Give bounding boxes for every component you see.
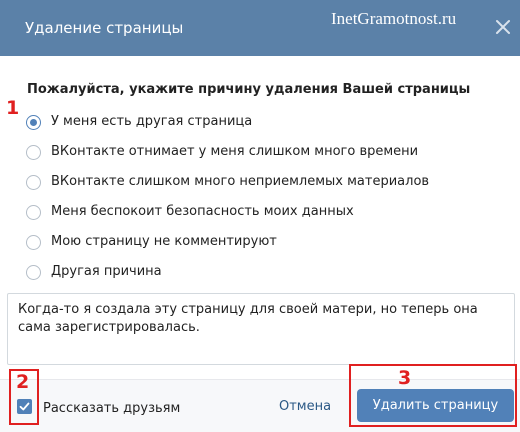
dialog-header: Удаление страницы InetGramotnost.ru xyxy=(0,0,520,56)
cancel-button[interactable]: Отмена xyxy=(279,399,331,414)
reason-question: Пожалуйста, укажите причину удаления Ваш… xyxy=(27,82,471,97)
watermark: InetGramotnost.ru xyxy=(331,9,457,28)
reason-option-label: Меня беспокоит безопасность моих данных xyxy=(51,204,354,219)
reason-option[interactable]: ВКонтакте слишком много неприемлемых мат… xyxy=(26,171,496,195)
comment-textarea[interactable]: Когда-то я создала эту страницу для свое… xyxy=(7,293,515,365)
close-button[interactable] xyxy=(494,18,512,36)
reason-option[interactable]: Мою страницу не комментируют xyxy=(26,231,496,255)
tell-friends-label[interactable]: Рассказать друзьям xyxy=(43,401,180,416)
reason-option-label: Мою страницу не комментируют xyxy=(51,234,277,249)
tell-friends-checkbox[interactable] xyxy=(17,399,32,414)
reason-option[interactable]: Меня беспокоит безопасность моих данных xyxy=(26,201,496,225)
radio-button[interactable] xyxy=(26,115,41,130)
annotation-marker-2: 2 xyxy=(16,371,30,393)
annotation-marker-3: 3 xyxy=(398,367,412,389)
checkmark-icon xyxy=(19,402,30,411)
reason-option-label: Другая причина xyxy=(51,264,162,279)
reason-option-label: ВКонтакте отнимает у меня слишком много … xyxy=(51,144,419,159)
delete-page-button[interactable]: Удалить страницу xyxy=(357,389,514,422)
close-icon xyxy=(496,20,510,34)
radio-button[interactable] xyxy=(26,145,41,160)
annotation-marker-1: 1 xyxy=(6,97,20,119)
radio-button[interactable] xyxy=(26,265,41,280)
delete-page-dialog: Удаление страницы InetGramotnost.ru Пожа… xyxy=(0,0,520,432)
reason-option-label: У меня есть другая страница xyxy=(51,114,253,129)
reason-option[interactable]: Другая причина xyxy=(26,261,496,285)
radio-button[interactable] xyxy=(26,235,41,250)
reason-option[interactable]: ВКонтакте отнимает у меня слишком много … xyxy=(26,141,496,165)
dialog-title: Удаление страницы xyxy=(25,19,184,37)
reason-option[interactable]: У меня есть другая страница xyxy=(26,111,496,135)
reason-option-label: ВКонтакте слишком много неприемлемых мат… xyxy=(51,174,430,189)
radio-button[interactable] xyxy=(26,175,41,190)
radio-button[interactable] xyxy=(26,205,41,220)
